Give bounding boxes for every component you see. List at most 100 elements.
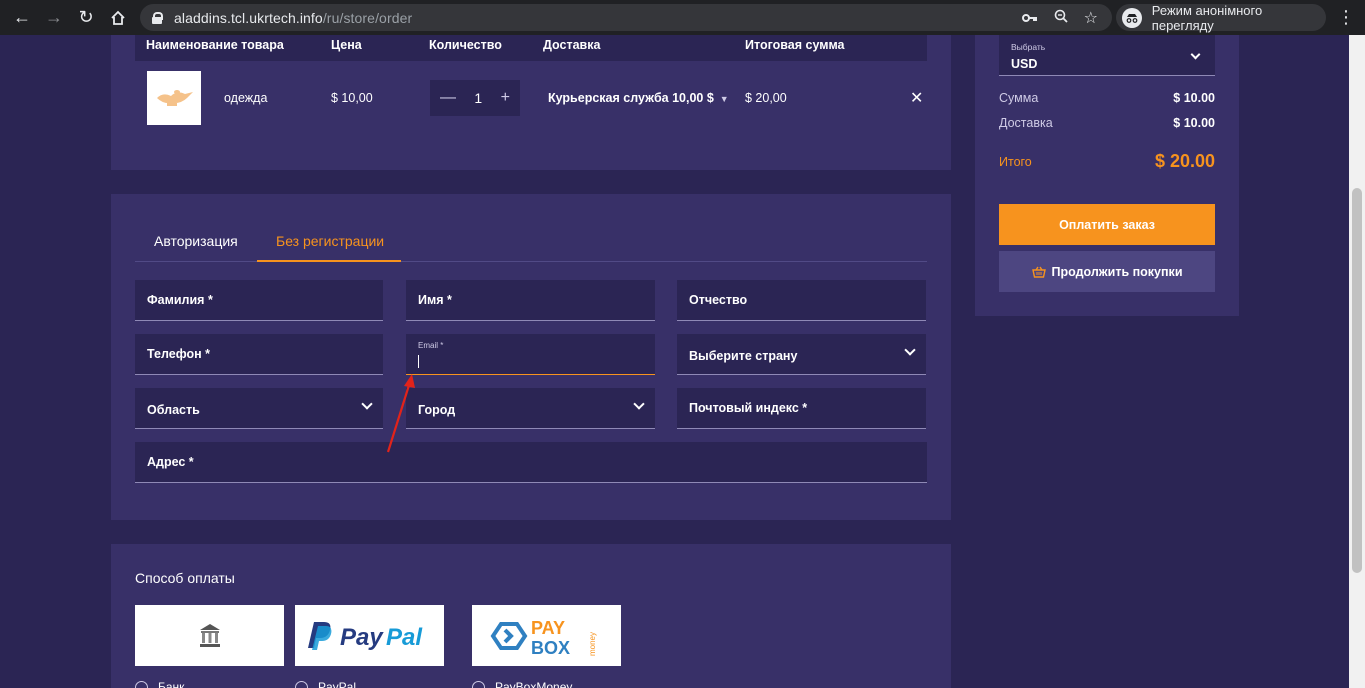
delivery-label: Доставка xyxy=(999,116,1053,130)
cart-row: одежда $ 10,00 — 1 + Курьерская служба 1… xyxy=(135,61,927,137)
postal-code-field[interactable]: Почтовый индекс * xyxy=(677,388,926,429)
svg-text:PAY: PAY xyxy=(531,618,565,638)
item-name[interactable]: одежда xyxy=(224,91,267,105)
radio-bank[interactable]: Банк xyxy=(135,680,184,688)
back-icon[interactable]: ← xyxy=(6,0,38,35)
reload-icon[interactable]: ↻ xyxy=(70,0,102,35)
first-name-field[interactable]: Имя * xyxy=(406,280,655,321)
quantity-value[interactable]: 1 xyxy=(474,90,482,106)
email-label: Email * xyxy=(418,341,444,350)
address-field[interactable]: Адрес * xyxy=(135,442,927,483)
phone-field[interactable]: Телефон * xyxy=(135,334,383,375)
text-cursor xyxy=(418,355,419,368)
header-quantity: Количество xyxy=(429,38,502,52)
payment-option-paypal[interactable]: Pay Pal xyxy=(295,605,444,666)
delivery-amount: $ 10.00 xyxy=(1173,116,1215,130)
phone-label: Телефон * xyxy=(147,347,210,361)
currency-select[interactable]: Выбрать USD xyxy=(999,35,1215,76)
header-price: Цена xyxy=(331,38,362,52)
summary-delivery-row: Доставка $ 10.00 xyxy=(999,116,1215,130)
quantity-stepper: — 1 + xyxy=(430,80,520,116)
decrease-button[interactable]: — xyxy=(440,89,456,107)
radio-paypal-label: PayPal xyxy=(318,680,357,688)
key-icon[interactable] xyxy=(1021,10,1038,26)
incognito-label: Режим анонімного перегляду xyxy=(1151,2,1263,33)
lamp-icon xyxy=(157,90,193,106)
remove-item-icon[interactable]: ✕ xyxy=(910,88,923,108)
header-product: Наименование товара xyxy=(146,38,284,52)
summary-sum-row: Сумма $ 10.00 xyxy=(999,91,1215,105)
tab-guest[interactable]: Без регистрации xyxy=(276,233,384,249)
home-icon[interactable] xyxy=(102,0,134,35)
basket-icon xyxy=(1031,266,1046,278)
radio-circle[interactable] xyxy=(472,680,485,688)
address-bar[interactable]: aladdins.tcl.ukrtech.info/ru/store/order… xyxy=(140,4,1112,31)
radio-paybox-label: PayBoxMoney xyxy=(495,680,573,688)
bank-icon xyxy=(199,623,220,647)
paypal-logo: Pay Pal xyxy=(307,621,423,651)
browser-toolbar: ← → ↻ aladdins.tcl.ukrtech.info/ru/store… xyxy=(0,0,1365,35)
auth-tabs: Авторизация Без регистрации xyxy=(135,220,927,262)
item-price: $ 10,00 xyxy=(331,91,373,105)
radio-paybox[interactable]: PayBoxMoney xyxy=(472,680,572,688)
postal-code-label: Почтовый индекс * xyxy=(689,401,808,415)
city-select[interactable]: Город xyxy=(406,388,655,429)
tab-authorization[interactable]: Авторизация xyxy=(154,233,238,249)
address-label: Адрес * xyxy=(147,455,194,469)
header-delivery: Доставка xyxy=(543,38,601,52)
region-label: Область xyxy=(147,403,200,417)
radio-circle[interactable] xyxy=(135,680,148,688)
incognito-indicator[interactable]: Режим анонімного перегляду xyxy=(1116,2,1326,33)
last-name-field[interactable]: Фамилия * xyxy=(135,280,383,321)
continue-shopping-button[interactable]: Продолжить покупки xyxy=(999,251,1215,292)
cart-table-header: Наименование товара Цена Количество Дост… xyxy=(135,35,927,61)
city-label: Город xyxy=(418,403,456,417)
region-select[interactable]: Область xyxy=(135,388,383,429)
product-image[interactable] xyxy=(147,71,201,125)
total-label: Итого xyxy=(999,155,1032,169)
annotation-arrow-icon xyxy=(386,374,415,453)
currency-select-label: Выбрать xyxy=(1011,42,1046,52)
country-label: Выберите страну xyxy=(689,349,798,363)
zoom-icon[interactable] xyxy=(1054,9,1068,26)
svg-text:money: money xyxy=(588,631,597,655)
country-select[interactable]: Выберите страну xyxy=(677,334,926,375)
url-text: aladdins.tcl.ukrtech.info/ru/store/order xyxy=(174,9,413,26)
caret-down-icon: ▼ xyxy=(719,94,729,104)
continue-shopping-label: Продолжить покупки xyxy=(1051,264,1183,279)
forward-icon[interactable]: → xyxy=(38,0,70,35)
item-total: $ 20,00 xyxy=(745,91,787,105)
payment-option-bank[interactable] xyxy=(135,605,284,666)
first-name-label: Имя * xyxy=(418,293,452,307)
increase-button[interactable]: + xyxy=(501,89,510,107)
pay-order-button[interactable]: Оплатить заказ xyxy=(999,204,1215,245)
payment-option-paybox[interactable]: PAY BOX money xyxy=(472,605,621,666)
star-icon[interactable]: ☆ xyxy=(1084,8,1098,28)
browser-menu-icon[interactable]: ⋮ xyxy=(1334,0,1358,35)
email-field[interactable]: Email * xyxy=(406,334,655,375)
summary-total-row: Итого $ 20.00 xyxy=(999,151,1215,171)
scrollbar-thumb[interactable] xyxy=(1352,188,1362,573)
middle-name-field[interactable]: Отчество xyxy=(677,280,926,321)
svg-text:Pay: Pay xyxy=(340,624,384,651)
chevron-down-icon xyxy=(633,398,645,410)
sum-label: Сумма xyxy=(999,91,1039,105)
svg-text:Pal: Pal xyxy=(386,624,423,651)
middle-name-label: Отчество xyxy=(689,293,748,307)
last-name-label: Фамилия * xyxy=(147,293,213,307)
radio-bank-label: Банк xyxy=(158,680,185,688)
total-value: $ 20.00 xyxy=(1154,151,1215,171)
delivery-select[interactable]: Курьерская служба 10,00 $ ▼ xyxy=(548,91,729,105)
chevron-down-icon xyxy=(361,398,373,410)
incognito-icon xyxy=(1122,7,1142,28)
header-total: Итоговая сумма xyxy=(745,38,845,52)
radio-paypal[interactable]: PayPal xyxy=(295,680,356,688)
currency-value: USD xyxy=(1011,57,1038,71)
svg-text:BOX: BOX xyxy=(531,638,570,658)
radio-circle[interactable] xyxy=(295,680,308,688)
lock-icon xyxy=(152,11,163,24)
page-scrollbar[interactable] xyxy=(1349,35,1365,688)
delivery-value: Курьерская служба 10,00 $ xyxy=(548,91,714,105)
chevron-down-icon xyxy=(1190,49,1201,60)
paybox-logo: PAY BOX money xyxy=(490,618,597,658)
